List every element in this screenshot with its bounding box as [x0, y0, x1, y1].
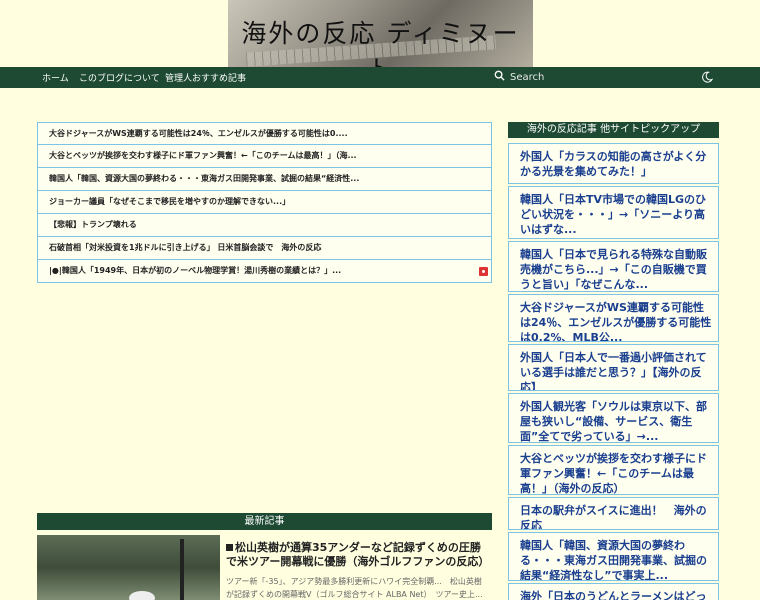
sidebar-item[interactable]: 大谷とベッツが挨拶を交わす様子にド軍ファン興奮！←「このチームは最高！」（海外の…	[508, 445, 719, 495]
sidebar-item[interactable]: 韓国人「日本で見られる特殊な自動販売機がこちら...」→「この自販機で買うと旨い…	[508, 241, 719, 292]
ranking-list: 大谷ドジャースがWS連覇する可能性は24％、エンゼルスが優勝する可能性は0...…	[37, 122, 492, 283]
dark-mode-moon-icon[interactable]	[701, 71, 713, 83]
sidebar-item[interactable]: 韓国人「韓国、資源大国の夢終わる・・・東海ガス田開発事業、試掘の結果“経済性なし…	[508, 532, 719, 581]
bullet-icon	[226, 544, 233, 551]
sidebar-item[interactable]: 海外「日本のうどんとラーメンはどっちが旨い？」日本の麺料理に対する海外の反応	[508, 583, 719, 600]
site-title[interactable]: 海外の反応 ディミヌート	[228, 14, 533, 67]
latest-articles-header: 最新記事	[37, 513, 492, 530]
search-input[interactable]	[510, 70, 660, 84]
latest-article-excerpt: ツアー新「-35」、アジア勢最多勝利更新にハワイ完全制覇... 松山英樹が記録ず…	[226, 577, 483, 599]
ranking-item[interactable]: ジョーカー議員「なぜそこまで移民を増やすのか理解できない...」	[37, 190, 492, 214]
sidebar-item[interactable]: 外国人「日本人で一番過小評価されている選手は誰だと思う？」【海外の反応】	[508, 344, 719, 391]
latest-article-title[interactable]: 松山英樹が通算35アンダーなど記録ずくめの圧勝で米ツアー開幕戦に優勝（海外ゴルフ…	[226, 541, 489, 569]
ranking-item-label[interactable]: |●|韓国人「1949年、日本が初のノーベル物理学賞！湯川秀樹の業績とは？」..…	[49, 266, 341, 275]
ranking-item[interactable]: 韓国人「韓国、資源大国の夢終わる・・・東海ガス田開発事業、試掘の結果“経済性..…	[37, 167, 492, 191]
ranking-widget-icon[interactable]	[479, 267, 488, 276]
sidebar-item[interactable]: 韓国人「日本TV市場での韓国LGのひどい状況を・・・」→「ソニーより高いはずな.…	[508, 186, 719, 239]
navbar: ホーム このブログについて 管理人おすすめ記事	[0, 67, 760, 88]
nav-about[interactable]: このブログについて	[79, 71, 160, 84]
sidebar-item[interactable]: 日本の駅弁がスイスに進出！ 海外の反応	[508, 497, 719, 530]
sidebar-list: 外国人「カラスの知能の高さがよく分かる光景を集めてみた！」 韓国人「日本TV市場…	[508, 143, 719, 600]
ranking-item[interactable]: 【悲報】トランプ壊れる	[37, 213, 492, 237]
search-icon[interactable]	[494, 70, 505, 81]
sidebar-item[interactable]: 大谷ドジャースがWS連覇する可能性は24％、エンゼルスが優勝する可能性は0.2%…	[508, 294, 719, 342]
nav-recommended[interactable]: 管理人おすすめ記事	[165, 71, 246, 84]
sidebar-item[interactable]: 外国人観光客「ソウルは東京以下、部屋も狭いし“設備、サービス、衛生面”全てで劣っ…	[508, 393, 719, 443]
search-box	[494, 70, 674, 85]
flagstick-graphic	[180, 539, 184, 600]
banner-image[interactable]: 海外の反応 ディミヌート	[228, 0, 533, 67]
ranking-item[interactable]: 石破首相「対米投資を1兆ドルに引き上げる」 日米首脳会談で 海外の反応	[37, 236, 492, 260]
latest-article-title-text[interactable]: 松山英樹が通算35アンダーなど記録ずくめの圧勝で米ツアー開幕戦に優勝（海外ゴルフ…	[226, 541, 489, 568]
ranking-item[interactable]: 大谷とベッツが挨拶を交わす様子にド軍ファン興奮！←「このチームは最高！」（海..…	[37, 144, 492, 168]
header-banner: 海外の反応 ディミヌート	[0, 0, 760, 67]
ranking-item[interactable]: |●|韓国人「1949年、日本が初のノーベル物理学賞！湯川秀樹の業績とは？」..…	[37, 259, 492, 283]
latest-article-thumbnail[interactable]	[37, 535, 220, 600]
nav-home[interactable]: ホーム	[42, 71, 69, 84]
ranking-item[interactable]: 大谷ドジャースがWS連覇する可能性は24％、エンゼルスが優勝する可能性は0...…	[37, 122, 492, 145]
sidebar-item[interactable]: 外国人「カラスの知能の高さがよく分かる光景を集めてみた！」	[508, 143, 719, 184]
sidebar-header: 海外の反応記事 他サイトピックアップ	[508, 122, 719, 138]
golf-ball-graphic	[129, 591, 155, 600]
